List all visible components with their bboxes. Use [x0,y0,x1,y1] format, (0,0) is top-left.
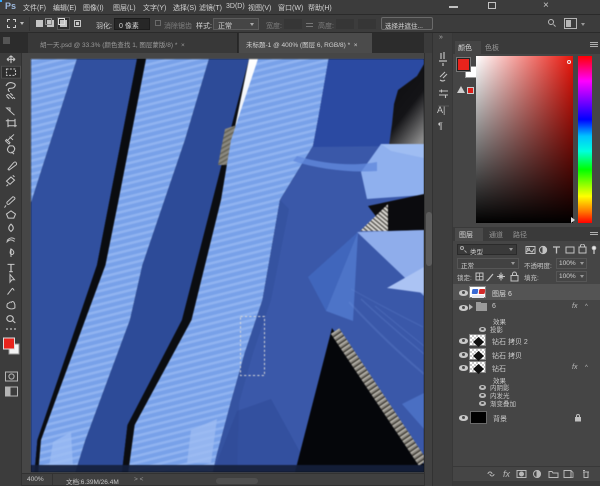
svg-text:fx: fx [503,469,511,479]
